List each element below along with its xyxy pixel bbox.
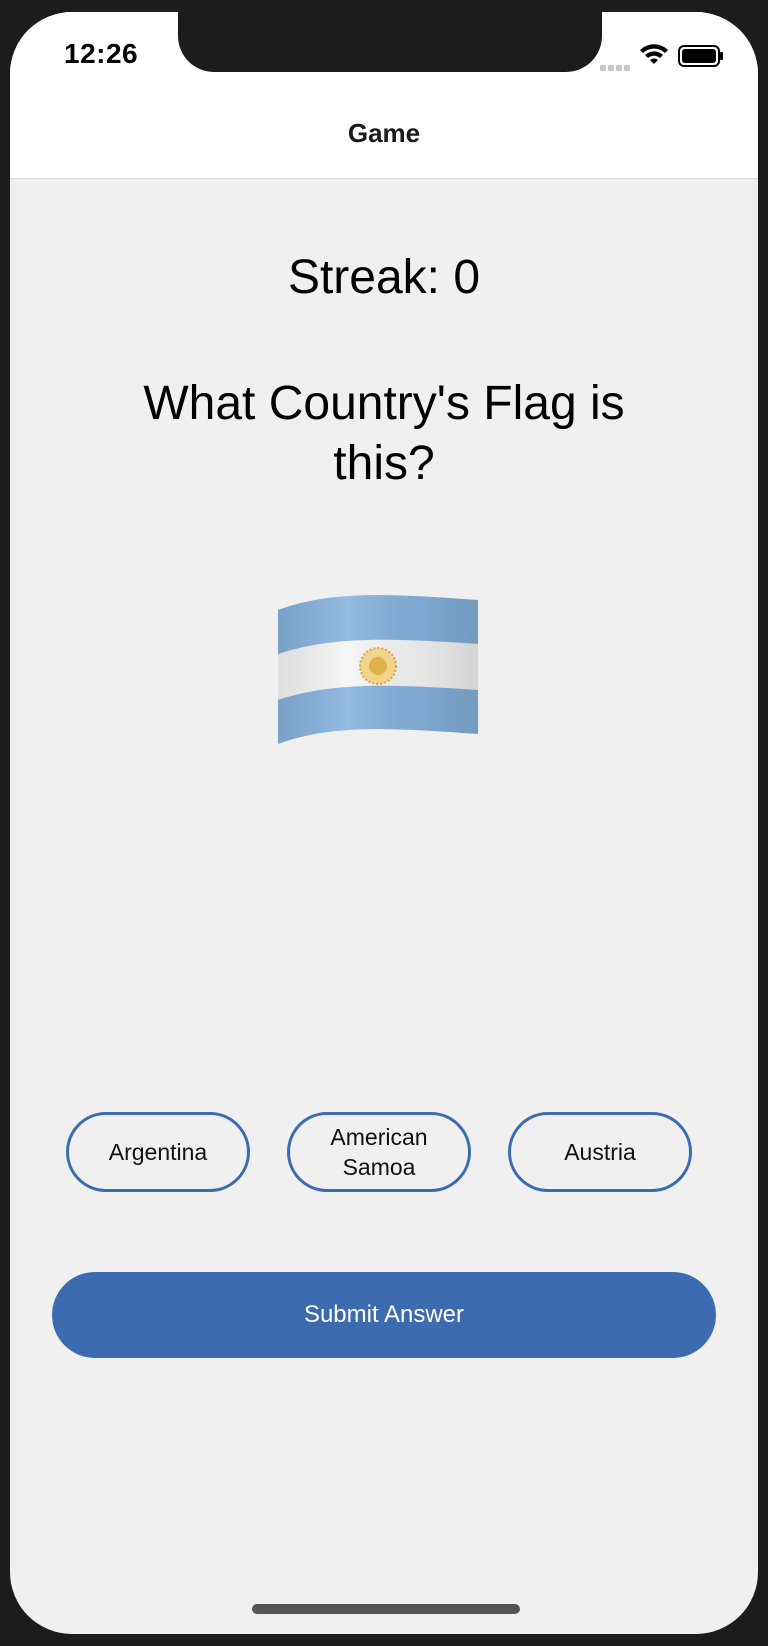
answer-choice-button[interactable]: Austria bbox=[508, 1112, 692, 1192]
app-screen: 12:26 Game Streak: 0 What Country's Flag… bbox=[10, 12, 758, 1634]
answer-choice-label: American Samoa bbox=[330, 1124, 428, 1180]
cellular-signal-icon bbox=[600, 58, 636, 71]
submit-answer-label: Submit Answer bbox=[303, 1301, 465, 1328]
answer-choice-label: Austria bbox=[564, 1139, 636, 1165]
streak-counter: Streak: 0 bbox=[287, 251, 481, 304]
question-text: What Country's Flag is this? bbox=[143, 377, 625, 490]
wifi-icon bbox=[640, 44, 668, 64]
device-frame: 12:26 Game Streak: 0 What Country's Flag… bbox=[0, 0, 768, 1646]
argentina-flag-icon bbox=[278, 595, 478, 744]
submit-answer-button[interactable]: Submit Answer bbox=[52, 1272, 716, 1358]
nav-title: Game bbox=[347, 118, 421, 148]
answer-choice-button[interactable]: Argentina bbox=[66, 1112, 250, 1192]
device-notch bbox=[178, 12, 602, 72]
home-indicator[interactable] bbox=[252, 1604, 520, 1614]
status-time: 12:26 bbox=[64, 38, 139, 69]
battery-icon bbox=[678, 45, 723, 67]
answer-choice-button[interactable]: American Samoa bbox=[287, 1112, 471, 1192]
answer-choice-label: Argentina bbox=[108, 1139, 208, 1165]
